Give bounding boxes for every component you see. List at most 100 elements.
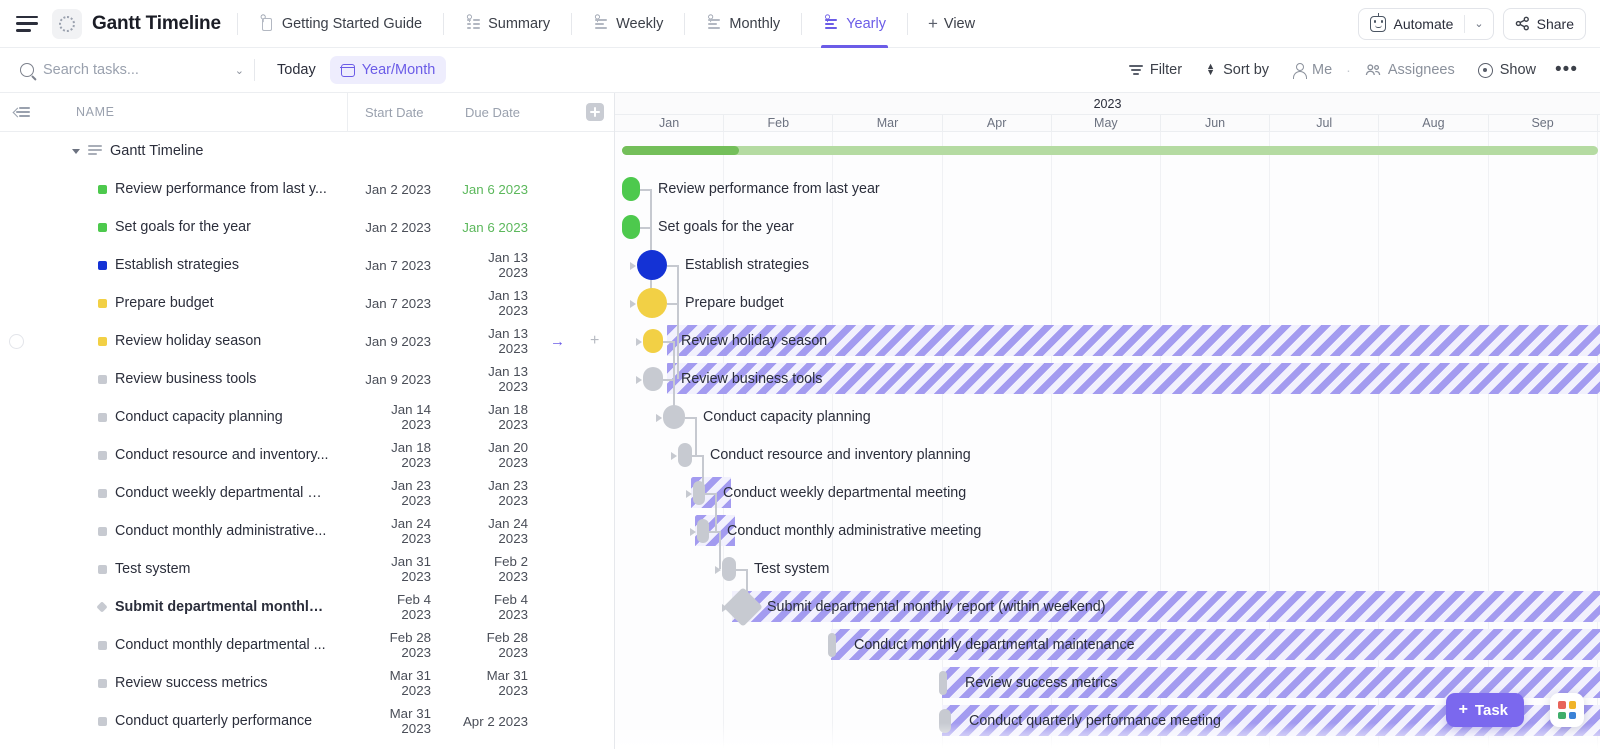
task-due-date[interactable]: Jan 6 2023 bbox=[462, 220, 528, 235]
row-select-circle[interactable] bbox=[9, 333, 24, 349]
add-column-button[interactable] bbox=[586, 103, 604, 121]
status-indicator[interactable] bbox=[98, 222, 107, 232]
table-row[interactable]: Submit departmental monthly r... Feb 4 20… bbox=[0, 588, 614, 626]
show-button[interactable]: Show bbox=[1468, 57, 1546, 83]
task-due-date[interactable]: Jan 13 2023 bbox=[462, 326, 528, 356]
task-name[interactable]: Establish strategies bbox=[115, 257, 239, 273]
zoom-level-button[interactable]: Year/Month bbox=[329, 56, 447, 84]
table-row[interactable]: Review performance from last y... Jan 2 2… bbox=[0, 170, 614, 208]
column-header-name[interactable]: NAME bbox=[76, 105, 115, 119]
task-name[interactable]: Conduct weekly departmental m... bbox=[115, 485, 330, 501]
task-due-date[interactable]: Feb 28 2023 bbox=[462, 630, 528, 660]
table-row[interactable]: Review holiday season Jan 9 2023 Jan 13 20… bbox=[0, 322, 614, 360]
automate-button[interactable]: Automate ⌄ bbox=[1358, 7, 1494, 40]
task-name[interactable]: Prepare budget bbox=[115, 295, 214, 311]
table-row[interactable]: Conduct monthly administrative... Jan 24 … bbox=[0, 512, 614, 550]
menu-icon[interactable] bbox=[16, 15, 38, 32]
add-task-button[interactable]: + Task bbox=[1445, 693, 1524, 727]
tab-weekly[interactable]: ⚲ Weekly bbox=[582, 0, 674, 48]
chevron-down-icon[interactable]: ⌄ bbox=[235, 64, 250, 77]
status-indicator[interactable] bbox=[98, 640, 107, 650]
tab-summary[interactable]: ⚲ Summary bbox=[454, 0, 561, 48]
gantt-bar[interactable] bbox=[697, 519, 709, 543]
tab-yearly[interactable]: ⚲ Yearly bbox=[812, 0, 897, 48]
table-row[interactable]: Prepare budget Jan 7 2023 Jan 13 2023 bbox=[0, 284, 614, 322]
gantt-bar[interactable] bbox=[643, 329, 663, 353]
task-name[interactable]: Conduct capacity planning bbox=[115, 409, 283, 425]
table-row[interactable]: Conduct capacity planning Jan 14 2023 Jan … bbox=[0, 398, 614, 436]
task-start-date[interactable]: Jan 2 2023 bbox=[365, 182, 431, 197]
app-switcher-button[interactable] bbox=[1550, 693, 1584, 727]
table-row[interactable]: Test system Jan 31 2023 Feb 2 2023 bbox=[0, 550, 614, 588]
task-start-date[interactable]: Jan 7 2023 bbox=[365, 296, 431, 311]
group-progress-bar[interactable] bbox=[622, 146, 1598, 155]
gantt-bar[interactable] bbox=[663, 405, 685, 429]
table-row[interactable]: Set goals for the year Jan 2 2023 Jan 6 20… bbox=[0, 208, 614, 246]
table-row[interactable]: Review success metrics Mar 31 2023 Mar 31 … bbox=[0, 664, 614, 702]
task-name[interactable]: Test system bbox=[115, 561, 190, 577]
column-header-start-date[interactable]: Start Date bbox=[365, 105, 424, 120]
task-due-date[interactable]: Jan 23 2023 bbox=[462, 478, 528, 508]
task-name[interactable]: Conduct resource and inventory... bbox=[115, 447, 329, 463]
table-row[interactable]: Conduct monthly departmental ... Feb 28 2… bbox=[0, 626, 614, 664]
status-indicator[interactable] bbox=[98, 336, 107, 346]
task-name[interactable]: Conduct monthly departmental ... bbox=[115, 637, 326, 653]
status-indicator[interactable] bbox=[98, 526, 107, 536]
status-indicator[interactable] bbox=[98, 374, 107, 384]
task-due-date[interactable]: Jan 13 2023 bbox=[462, 364, 528, 394]
status-indicator[interactable] bbox=[98, 488, 107, 498]
table-row[interactable]: Review business tools Jan 9 2023 Jan 13 20… bbox=[0, 360, 614, 398]
gantt-bar[interactable] bbox=[637, 250, 667, 280]
table-row[interactable]: Conduct weekly departmental m... Jan 23 2… bbox=[0, 474, 614, 512]
today-button[interactable]: Today bbox=[267, 62, 326, 78]
assignees-filter-button[interactable]: Assignees bbox=[1355, 57, 1465, 83]
task-start-date[interactable]: Jan 14 2023 bbox=[365, 402, 431, 432]
status-indicator[interactable] bbox=[98, 298, 107, 308]
task-name[interactable]: Submit departmental monthly r... bbox=[115, 599, 330, 615]
column-header-due-date[interactable]: Due Date bbox=[465, 105, 520, 120]
task-name[interactable]: Review success metrics bbox=[115, 675, 268, 691]
task-due-date[interactable]: Apr 2 2023 bbox=[462, 714, 528, 729]
task-name[interactable]: Conduct quarterly performance bbox=[115, 713, 312, 729]
gantt-bar[interactable] bbox=[828, 633, 836, 657]
status-indicator[interactable] bbox=[98, 564, 107, 574]
gantt-bar[interactable] bbox=[693, 481, 705, 505]
gantt-bar[interactable] bbox=[622, 215, 640, 239]
task-start-date[interactable]: Feb 28 2023 bbox=[365, 630, 431, 660]
table-row[interactable]: Conduct quarterly performance Mar 31 2023… bbox=[0, 702, 614, 740]
status-indicator[interactable] bbox=[98, 716, 107, 726]
gantt-bar[interactable] bbox=[939, 671, 947, 695]
task-name[interactable]: Review performance from last y... bbox=[115, 181, 327, 197]
task-due-date[interactable]: Jan 20 2023 bbox=[462, 440, 528, 470]
status-indicator[interactable] bbox=[98, 184, 107, 194]
task-start-date[interactable]: Mar 31 2023 bbox=[365, 668, 431, 698]
task-start-date[interactable]: Jan 23 2023 bbox=[365, 478, 431, 508]
add-view-button[interactable]: + View bbox=[918, 15, 985, 32]
task-due-date[interactable]: Mar 31 2023 bbox=[462, 668, 528, 698]
task-start-date[interactable]: Jan 18 2023 bbox=[365, 440, 431, 470]
gantt-bar[interactable] bbox=[622, 177, 640, 201]
chevron-down-icon[interactable]: ⌄ bbox=[1465, 9, 1492, 39]
status-indicator[interactable] bbox=[98, 412, 107, 422]
status-indicator[interactable] bbox=[98, 678, 107, 688]
gantt-bar[interactable] bbox=[939, 709, 951, 733]
filter-button[interactable]: Filter bbox=[1119, 57, 1192, 83]
task-due-date[interactable]: Jan 13 2023 bbox=[462, 250, 528, 280]
chevron-down-icon[interactable] bbox=[72, 148, 80, 154]
collapse-panel-button[interactable] bbox=[0, 106, 44, 118]
task-start-date[interactable]: Mar 31 2023 bbox=[365, 706, 431, 736]
task-name[interactable]: Review business tools bbox=[115, 371, 256, 387]
list-avatar-icon[interactable] bbox=[52, 8, 82, 39]
tab-getting-started-guide[interactable]: ⚲ Getting Started Guide bbox=[248, 0, 433, 48]
task-start-date[interactable]: Jan 31 2023 bbox=[365, 554, 431, 584]
row-add-icon[interactable]: + bbox=[590, 332, 599, 350]
gantt-bar[interactable] bbox=[643, 367, 663, 391]
sort-button[interactable]: ▲ ▼ Sort by bbox=[1195, 57, 1279, 83]
task-start-date[interactable]: Jan 9 2023 bbox=[365, 334, 431, 349]
tab-monthly[interactable]: ⚲ Monthly bbox=[695, 0, 791, 48]
task-name[interactable]: Conduct monthly administrative... bbox=[115, 523, 326, 539]
status-indicator[interactable] bbox=[98, 450, 107, 460]
gantt-bar[interactable] bbox=[637, 288, 667, 318]
share-button[interactable]: Share bbox=[1502, 7, 1586, 40]
group-row[interactable]: Gantt Timeline bbox=[0, 132, 614, 170]
